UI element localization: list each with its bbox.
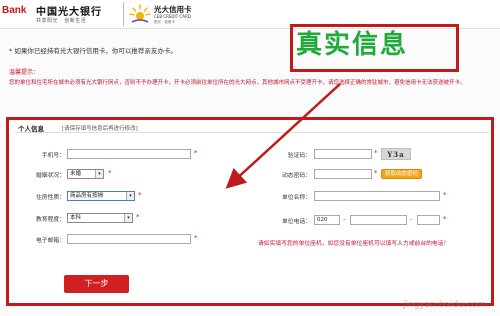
separator-dash: -	[343, 216, 346, 223]
card-brand-sub: 阳光 · 信用卡	[154, 20, 175, 24]
education-label: 教育程度：	[36, 217, 65, 223]
chevron-down-icon: ▾	[126, 192, 134, 200]
company-phone-label: 单位电话：	[282, 219, 311, 225]
required-mark: *	[138, 191, 142, 199]
email-input[interactable]	[67, 234, 191, 244]
bank-name: 中国光大银行	[36, 7, 102, 18]
extension-input[interactable]	[417, 215, 440, 225]
section-note: [请保存填写信息后再进行修改]	[62, 126, 138, 132]
marital-value: 未婚	[70, 171, 82, 177]
company-phone-note: 请如实填写您的单位座机，如您没有单位座机可以填写人力或前台的电话！	[258, 241, 450, 247]
housing-label: 住房性质：	[36, 195, 65, 201]
dynamic-code-input[interactable]	[314, 169, 372, 179]
required-mark: *	[136, 213, 140, 221]
chevron-down-icon: ▾	[95, 170, 103, 178]
captcha-label: 验证码：	[287, 153, 311, 159]
phone-number-input[interactable]	[350, 215, 407, 225]
required-mark: *	[443, 191, 447, 199]
get-dynamic-code-button[interactable]: 获取动态密码	[381, 169, 423, 179]
required-mark: *	[374, 169, 378, 177]
tips-title: 温馨提示：	[9, 69, 40, 76]
required-mark: *	[194, 149, 198, 157]
housing-value: 商品房有按揭	[70, 193, 104, 199]
section-title: 个人信息	[18, 125, 44, 133]
marital-select[interactable]: 未婚 ▾	[67, 169, 104, 179]
next-step-button[interactable]: 下一步	[64, 275, 129, 293]
required-mark: *	[374, 149, 378, 157]
separator-dash: -	[410, 216, 413, 223]
tips-body: 您的单位和住宅所在城市必须有光大银行网点，否则不予办理开卡，开卡必须前往单位所在…	[9, 80, 466, 86]
intro-text: * 如果你已经持有光大银行信用卡，你可以推荐亲友办卡。	[9, 47, 177, 55]
education-select[interactable]: 本科 ▾	[67, 213, 133, 223]
housing-select[interactable]: 商品房有按揭 ▾	[67, 191, 135, 201]
required-mark: *	[194, 234, 198, 242]
card-brand-en: CEB CREDIT CARD	[154, 14, 191, 19]
dynamic-code-label: 动态密码：	[282, 173, 311, 179]
area-code-input[interactable]: 020	[314, 215, 340, 225]
required-mark: *	[108, 169, 112, 177]
education-value: 本科	[70, 215, 82, 221]
captcha-input[interactable]	[314, 149, 372, 159]
email-label: 电子邮箱：	[36, 238, 65, 244]
company-input[interactable]	[314, 191, 440, 201]
header-divider	[123, 2, 124, 26]
company-label: 单位名称：	[282, 195, 311, 201]
watermark: jingyan.baidu.com	[403, 300, 487, 310]
bank-slogan: 共享阳光 · 创新生活	[36, 18, 87, 24]
bank-logo: Bank	[2, 5, 27, 16]
phone-input[interactable]	[67, 149, 191, 159]
section-header: 个人信息 [请保存填写信息后再进行修改]	[15, 123, 489, 133]
chevron-down-icon: ▾	[124, 214, 132, 222]
phone-label: 手机号：	[41, 153, 65, 159]
sun-logo-icon	[129, 4, 151, 23]
annotation-text: 真实信息	[296, 30, 409, 60]
captcha-image[interactable]: Y3a	[381, 148, 411, 160]
marital-label: 婚姻状况：	[36, 173, 65, 179]
required-mark: *	[443, 215, 447, 223]
personal-info-form: 个人信息 [请保存填写信息后再进行修改] 手机号： * 婚姻状况： 未婚 ▾ *…	[6, 117, 494, 306]
